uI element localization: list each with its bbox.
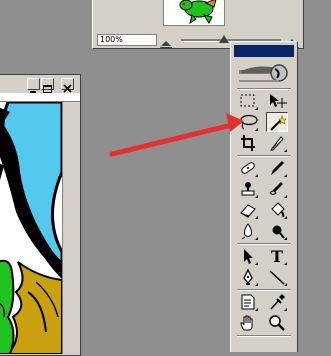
crop-tool[interactable]	[237, 133, 259, 153]
rectangular-marquee-tool[interactable]	[237, 91, 259, 111]
minimize-button[interactable]	[27, 78, 40, 93]
toolbox-divider	[237, 155, 291, 157]
magnifier-icon	[269, 315, 285, 331]
horizontal-ruler	[0, 93, 80, 108]
clone-stamp-tool[interactable]	[237, 179, 259, 199]
feather-logo-icon	[239, 64, 288, 82]
zoom-slider-thumb[interactable]	[219, 35, 229, 43]
dragon-artwork	[0, 102, 62, 354]
type-tool[interactable]: T	[266, 246, 288, 266]
toolbox-divider	[237, 243, 291, 245]
history-brush-tool[interactable]	[266, 179, 288, 199]
zoom-percentage-field[interactable]: 100%	[97, 34, 157, 46]
eraser-tool[interactable]	[237, 200, 259, 220]
document-window	[0, 74, 81, 356]
line-tool[interactable]	[266, 267, 288, 287]
document-canvas[interactable]	[0, 102, 62, 354]
navigator-preview[interactable]	[163, 0, 225, 26]
navigator-thumbnail-dragon	[179, 0, 217, 25]
pen-tool[interactable]	[237, 267, 259, 287]
toolbox-divider	[237, 88, 291, 90]
vertical-scrollbar[interactable]	[62, 102, 79, 354]
magic-wand-tool[interactable]	[266, 112, 288, 132]
zoom-out-icon[interactable]	[159, 34, 173, 48]
brush-tool[interactable]	[266, 158, 288, 178]
healing-brush-tool[interactable]	[237, 158, 259, 178]
toolbox-logo[interactable]	[237, 60, 289, 86]
toolbox-palette: T	[230, 41, 298, 352]
notes-tool[interactable]	[237, 292, 259, 312]
toolbox-divider	[237, 289, 291, 291]
slice-tool[interactable]	[266, 133, 288, 153]
toolbox-titlebar[interactable]	[234, 45, 294, 57]
burn-tool[interactable]	[266, 221, 288, 241]
magic-wand-icon	[270, 115, 287, 131]
zoom-tool[interactable]	[266, 313, 288, 333]
lasso-tool[interactable]	[237, 112, 259, 132]
crop-icon	[241, 135, 255, 151]
svg-text:T: T	[271, 247, 283, 265]
eyedropper-tool[interactable]	[266, 292, 288, 312]
blur-tool[interactable]	[237, 221, 259, 241]
move-tool[interactable]	[266, 91, 288, 111]
toolbox-divider	[237, 335, 291, 337]
hand-tool[interactable]	[237, 313, 259, 333]
move-icon	[270, 94, 287, 108]
close-button[interactable]	[61, 78, 74, 93]
document-titlebar[interactable]	[0, 75, 80, 93]
hand-icon	[240, 315, 253, 331]
maximize-button[interactable]	[41, 78, 54, 93]
path-selection-tool[interactable]	[237, 246, 259, 266]
paint-bucket-tool[interactable]	[266, 200, 288, 220]
